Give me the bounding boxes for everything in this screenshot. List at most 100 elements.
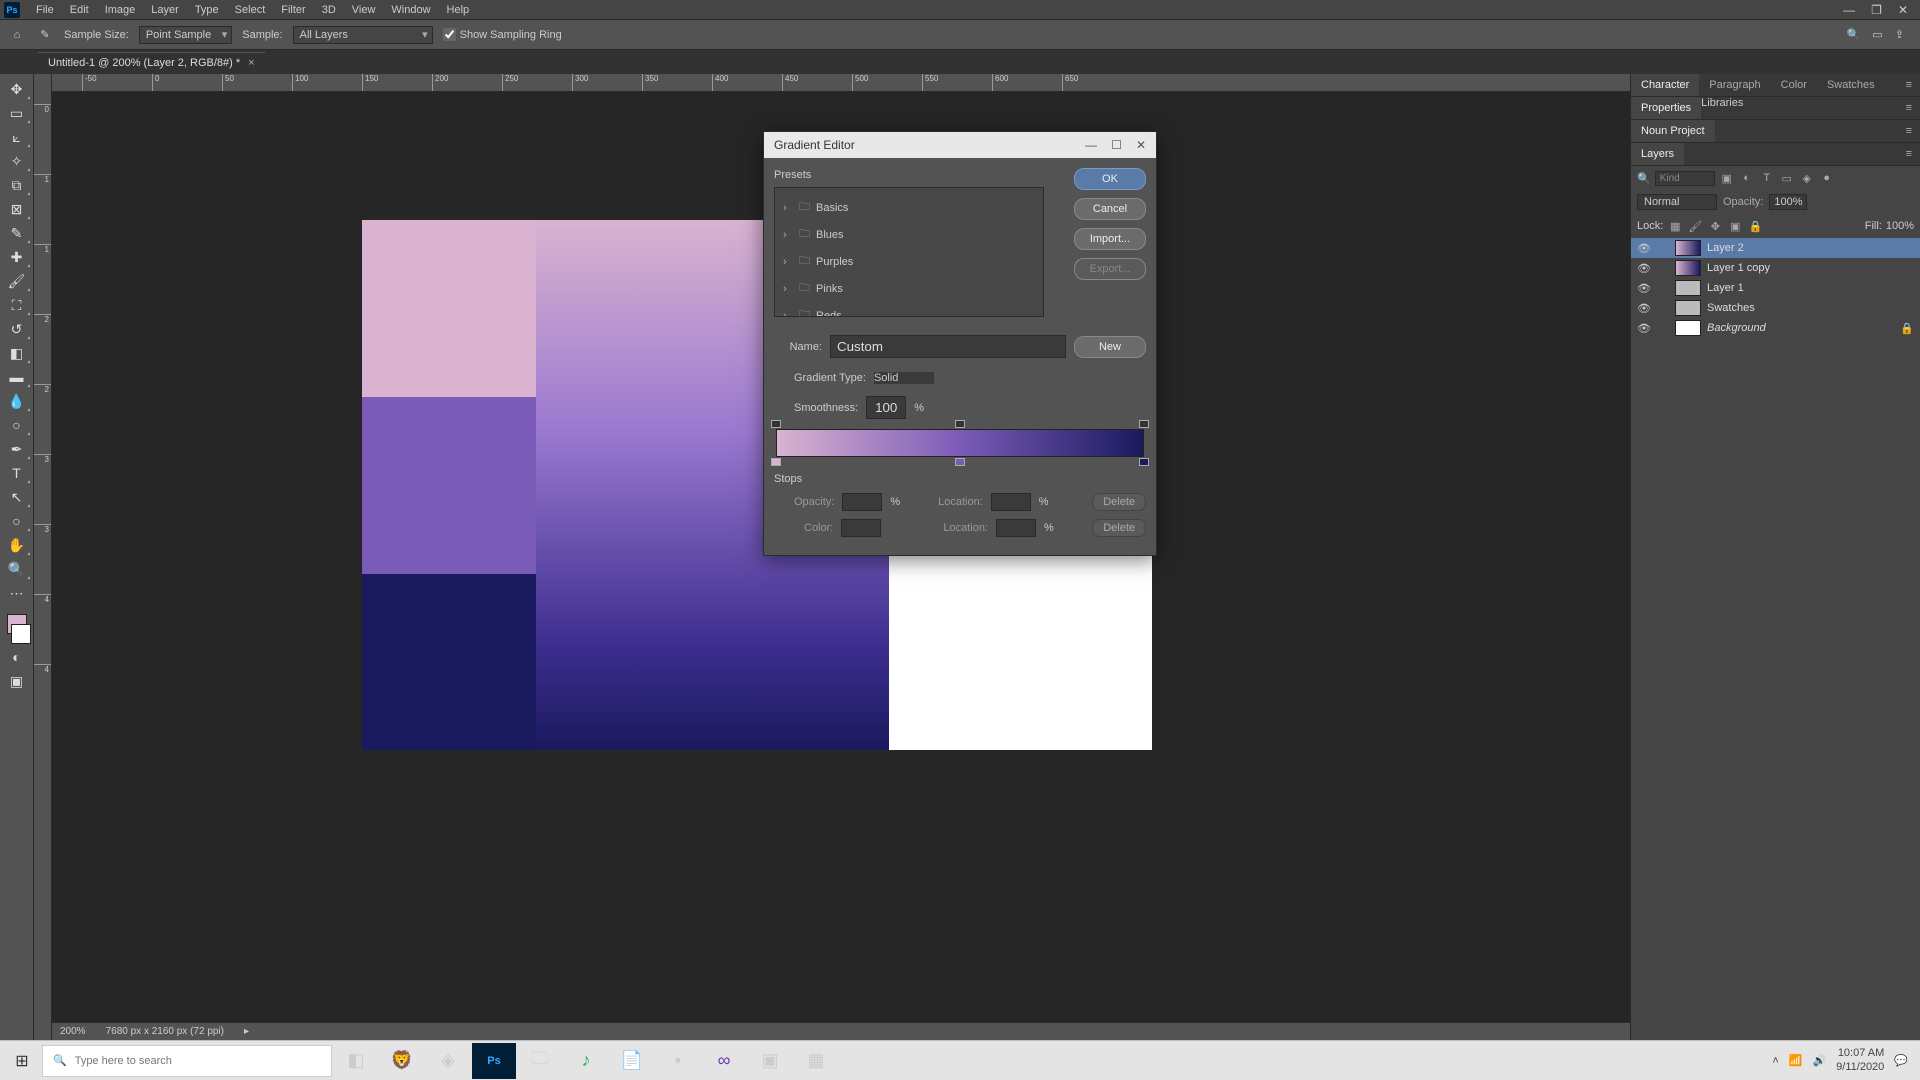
tab-properties[interactable]: Properties (1631, 97, 1701, 119)
visibility-icon[interactable]: 👁 (1637, 262, 1651, 275)
magic-wand-tool[interactable]: ✧ (3, 150, 31, 172)
lock-transparent-icon[interactable]: ▦ (1667, 218, 1683, 234)
blend-mode-select[interactable]: Normal (1637, 194, 1717, 210)
layer-row[interactable]: 👁 Swatches (1631, 298, 1920, 318)
cancel-button[interactable]: Cancel (1074, 198, 1146, 220)
dialog-maximize-icon[interactable]: ☐ (1111, 138, 1122, 152)
layer-name[interactable]: Swatches (1707, 302, 1755, 314)
taskbar-app-calc[interactable]: ▦ (794, 1043, 838, 1079)
visibility-icon[interactable]: 👁 (1637, 302, 1651, 315)
import-button[interactable]: Import... (1074, 228, 1146, 250)
path-select-tool[interactable]: ↖ (3, 486, 31, 508)
preset-folder[interactable]: ›🗀Reds (781, 302, 1037, 317)
taskbar-app-brave[interactable]: 🦁 (380, 1043, 424, 1079)
filter-pixel-icon[interactable]: ▣ (1719, 170, 1735, 186)
sample-select[interactable]: All Layers (293, 26, 433, 44)
tab-noun-project[interactable]: Noun Project (1631, 120, 1715, 142)
preset-folder[interactable]: ›🗀Blues (781, 221, 1037, 248)
filter-shape-icon[interactable]: ▭ (1779, 170, 1795, 186)
menu-edit[interactable]: Edit (62, 2, 97, 18)
stop-location-input[interactable] (996, 519, 1036, 537)
stop-color-swatch[interactable] (841, 519, 881, 537)
color-stop[interactable] (955, 458, 965, 466)
gradient-tool[interactable]: ▬ (3, 366, 31, 388)
move-tool[interactable]: ✥ (3, 78, 31, 100)
menu-image[interactable]: Image (97, 2, 144, 18)
edit-toolbar[interactable]: ⋯ (3, 582, 31, 604)
zoom-level[interactable]: 200% (60, 1026, 86, 1037)
tab-character[interactable]: Character (1631, 74, 1699, 96)
preset-folder[interactable]: ›🗀Purples (781, 248, 1037, 275)
start-button[interactable]: ⊞ (4, 1043, 40, 1079)
workspace-icon[interactable]: ▭ (1872, 28, 1882, 41)
export-button[interactable]: Export... (1074, 258, 1146, 280)
doc-info[interactable]: 7680 px x 2160 px (72 ppi) (106, 1026, 224, 1037)
filter-toggle-icon[interactable]: ● (1819, 170, 1835, 186)
tray-notifications-icon[interactable]: 💬 (1894, 1054, 1908, 1067)
opacity-value[interactable]: 100% (1769, 194, 1807, 210)
dodge-tool[interactable]: ○ (3, 414, 31, 436)
layer-row[interactable]: 👁 Layer 2 (1631, 238, 1920, 258)
share-icon[interactable]: ⇪ (1895, 28, 1904, 41)
lasso-tool[interactable]: ⟀ (3, 126, 31, 148)
taskbar-app-vs[interactable]: ∞ (702, 1043, 746, 1079)
eyedropper-tool-icon[interactable]: ✎ (36, 26, 54, 44)
type-tool[interactable]: T (3, 462, 31, 484)
menu-window[interactable]: Window (383, 2, 438, 18)
menu-file[interactable]: File (28, 2, 62, 18)
preset-folder[interactable]: ›🗀Basics (781, 194, 1037, 221)
window-close-icon[interactable]: ✕ (1898, 3, 1908, 17)
gradient-bar[interactable] (776, 429, 1144, 457)
panel-menu-icon[interactable]: ≡ (1898, 120, 1920, 142)
ok-button[interactable]: OK (1074, 168, 1146, 190)
stop-opacity-input[interactable] (842, 493, 882, 511)
color-stop[interactable] (1139, 458, 1149, 466)
menu-filter[interactable]: Filter (273, 2, 313, 18)
new-button[interactable]: New (1074, 336, 1146, 358)
layer-row[interactable]: 👁 Layer 1 copy (1631, 258, 1920, 278)
blur-tool[interactable]: 💧 (3, 390, 31, 412)
fill-value[interactable]: 100% (1886, 220, 1914, 232)
taskbar-app-unity[interactable]: ◈ (426, 1043, 470, 1079)
zoom-tool[interactable]: 🔍 (3, 558, 31, 580)
filter-type-icon[interactable]: T (1759, 170, 1775, 186)
taskbar-app-notepad[interactable]: 📄 (610, 1043, 654, 1079)
menu-3d[interactable]: 3D (314, 2, 344, 18)
filter-smart-icon[interactable]: ◈ (1799, 170, 1815, 186)
opacity-stop[interactable] (771, 420, 781, 428)
dialog-close-icon[interactable]: ✕ (1136, 138, 1146, 152)
tab-layers[interactable]: Layers (1631, 143, 1684, 165)
menu-type[interactable]: Type (187, 2, 227, 18)
layer-name[interactable]: Background (1707, 322, 1766, 334)
healing-brush-tool[interactable]: ✚ (3, 246, 31, 268)
visibility-icon[interactable]: 👁 (1637, 242, 1651, 255)
dialog-minimize-icon[interactable]: — (1085, 138, 1097, 152)
dialog-titlebar[interactable]: Gradient Editor — ☐ ✕ (764, 132, 1156, 158)
layer-thumbnail[interactable] (1675, 280, 1701, 296)
panel-menu-icon[interactable]: ≡ (1898, 97, 1920, 119)
task-view-icon[interactable]: ◧ (334, 1043, 378, 1079)
search-icon[interactable]: 🔍 (1847, 28, 1861, 41)
menu-select[interactable]: Select (227, 2, 274, 18)
frame-tool[interactable]: ⊠ (3, 198, 31, 220)
layer-name[interactable]: Layer 1 (1707, 282, 1744, 294)
tab-libraries[interactable]: Libraries (1701, 97, 1743, 119)
filter-search-icon[interactable]: 🔍 (1637, 172, 1651, 185)
clone-stamp-tool[interactable]: ⛶ (3, 294, 31, 316)
delete-stop-button[interactable]: Delete (1092, 519, 1146, 537)
smoothness-input[interactable] (866, 396, 906, 419)
shape-tool[interactable]: ○ (3, 510, 31, 532)
tray-volume-icon[interactable]: 🔊 (1812, 1054, 1826, 1067)
window-minimize-icon[interactable]: — (1843, 3, 1855, 17)
crop-tool[interactable]: ⧉ (3, 174, 31, 196)
preset-folder[interactable]: ›🗀Pinks (781, 275, 1037, 302)
gradient-type-select[interactable]: Solid (874, 372, 934, 384)
color-stop[interactable] (771, 458, 781, 466)
quick-mask-tool[interactable]: ◐ (3, 646, 31, 668)
visibility-icon[interactable]: 👁 (1637, 282, 1651, 295)
layer-row[interactable]: 👁 Layer 1 (1631, 278, 1920, 298)
layer-thumbnail[interactable] (1675, 320, 1701, 336)
taskbar-app-generic[interactable]: ▣ (748, 1043, 792, 1079)
lock-pixels-icon[interactable]: 🖌 (1687, 218, 1703, 234)
tray-chevron-icon[interactable]: ˄ (1772, 1055, 1778, 1067)
